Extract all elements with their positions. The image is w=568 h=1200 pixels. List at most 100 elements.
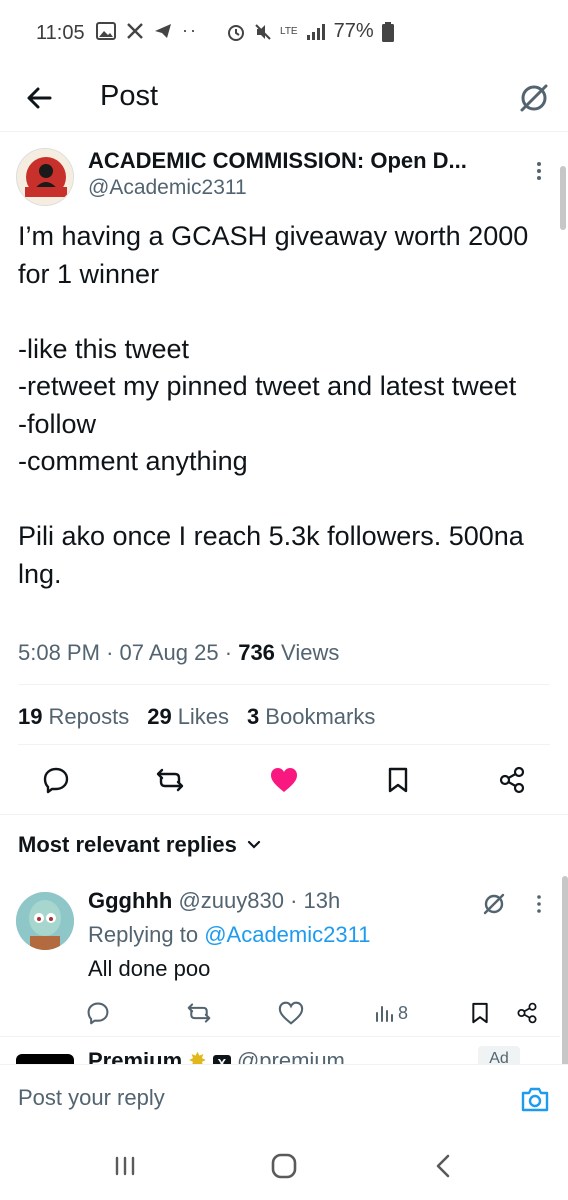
bookmarks-label: Bookmarks xyxy=(265,704,376,729)
author-avatar[interactable] xyxy=(16,148,74,206)
post-header: Post xyxy=(0,66,568,132)
reply-repost-button[interactable] xyxy=(186,998,212,1028)
reply-icon xyxy=(87,1002,109,1025)
bookmark-button[interactable] xyxy=(378,760,418,800)
x-logo-icon: X xyxy=(212,1055,231,1064)
post-action-bar xyxy=(0,760,568,800)
ad-author-name: Premium xyxy=(88,1048,183,1064)
heart-filled-icon xyxy=(271,768,297,792)
reposts-label: Reposts xyxy=(48,704,130,729)
reply-author[interactable]: Ggghhh @zuuy830 · 13h xyxy=(88,888,340,914)
verified-badge-icon: ✸ xyxy=(188,1048,207,1064)
back-icon[interactable] xyxy=(432,1152,454,1180)
system-nav-bar xyxy=(0,1128,568,1200)
post-author-handle[interactable]: @Academic2311 xyxy=(88,176,247,200)
ad-avatar xyxy=(16,1054,74,1064)
more-options-icon[interactable] xyxy=(532,160,546,182)
post-author-name[interactable]: ACADEMIC COMMISSION: Open D... xyxy=(88,148,467,174)
reply-icon xyxy=(43,767,69,794)
repost-icon xyxy=(187,1003,211,1023)
share-icon xyxy=(517,1002,537,1024)
replying-to: Replying to @Academic2311 xyxy=(88,922,370,948)
author-avatar-image xyxy=(17,149,73,205)
home-icon[interactable] xyxy=(270,1152,298,1180)
replying-to-handle[interactable]: @Academic2311 xyxy=(204,922,370,947)
reply-input[interactable]: Post your reply xyxy=(18,1085,165,1111)
more-notifications-icon: ·· xyxy=(182,20,198,40)
ad-badge: Ad xyxy=(478,1046,520,1064)
reply-like-button[interactable] xyxy=(278,998,304,1028)
replies-sort-dropdown[interactable]: Most relevant replies xyxy=(18,832,261,858)
system-icons: LTE 77% xyxy=(226,20,394,43)
reply-share-button[interactable] xyxy=(516,998,538,1028)
signal-icon xyxy=(306,23,325,40)
ad-author: Premium ✸ X @premium xyxy=(88,1048,345,1064)
more-options-icon[interactable] xyxy=(534,894,544,914)
reply-views-button[interactable]: 8 xyxy=(374,998,408,1028)
telegram-icon xyxy=(155,23,171,38)
chevron-down-icon xyxy=(247,840,260,849)
reply-text: All done poo xyxy=(88,956,211,981)
grok-icon[interactable] xyxy=(516,80,552,116)
grok-icon[interactable] xyxy=(480,890,508,918)
battery-icon xyxy=(381,21,394,42)
reply-views-count: 8 xyxy=(398,1002,409,1023)
post-date: 07 Aug 25 xyxy=(119,640,219,665)
reply-avatar[interactable] xyxy=(16,892,74,950)
replying-prefix: Replying to xyxy=(88,922,199,947)
bookmark-icon xyxy=(472,1002,488,1024)
engagement-stats: 19 Reposts 29 Likes 3 Bookmarks xyxy=(18,704,375,730)
reply-age: 13h xyxy=(303,888,341,913)
views-count: 736 xyxy=(238,640,275,665)
meta-separator: · xyxy=(106,640,120,665)
likes-stat[interactable]: 29 Likes xyxy=(147,704,229,730)
divider xyxy=(18,684,550,685)
post-text: I’m having a GCASH giveaway worth 2000 f… xyxy=(18,221,529,589)
reply-author-handle: @zuuy830 xyxy=(178,888,284,913)
reply-author-name: Ggghhh xyxy=(88,888,173,913)
back-arrow-icon[interactable] xyxy=(22,80,58,116)
repost-icon xyxy=(156,768,184,792)
ad-post-peek[interactable]: Premium ✸ X @premium Ad xyxy=(0,1040,568,1064)
post-metadata: 5:08 PM · 07 Aug 25 · 736 Views xyxy=(18,640,339,666)
bookmarks-count: 3 xyxy=(247,704,260,729)
alarm-icon xyxy=(228,24,244,41)
recent-apps-icon[interactable] xyxy=(112,1156,138,1176)
post-time: 5:08 PM xyxy=(18,640,100,665)
notification-icons: ·· xyxy=(96,20,198,41)
battery-percent: 77% xyxy=(333,20,374,42)
gallery-icon xyxy=(96,21,116,40)
network-label: LTE xyxy=(280,25,298,37)
reposts-count: 19 xyxy=(18,704,43,729)
like-button[interactable] xyxy=(264,760,304,800)
scrollbar[interactable] xyxy=(560,166,566,230)
bookmark-icon xyxy=(388,767,408,793)
reply-avatar-image xyxy=(16,892,74,950)
repost-button[interactable] xyxy=(150,760,190,800)
x-logo-icon xyxy=(127,22,143,39)
reply-reply-button[interactable] xyxy=(86,998,110,1028)
share-icon xyxy=(499,766,525,794)
status-bar: 11:05 ·· LTE 77% xyxy=(0,0,568,66)
reply-action-bar: 8 xyxy=(0,998,568,1028)
share-button[interactable] xyxy=(492,760,532,800)
reply-composer: Post your reply xyxy=(0,1064,568,1128)
reply-bookmark-button[interactable] xyxy=(470,998,490,1028)
ad-author-handle: @premium xyxy=(236,1048,345,1064)
status-time: 11:05 xyxy=(36,22,85,44)
likes-count: 29 xyxy=(147,704,172,729)
divider xyxy=(0,1036,560,1037)
divider xyxy=(18,744,550,745)
mute-icon xyxy=(255,23,271,40)
reposts-stat[interactable]: 19 Reposts xyxy=(18,704,129,730)
meta-separator: · xyxy=(224,640,239,665)
divider xyxy=(0,814,568,815)
heart-outline-icon xyxy=(278,1001,304,1025)
camera-icon[interactable] xyxy=(520,1085,550,1113)
reply-button[interactable] xyxy=(36,760,76,800)
likes-label: Likes xyxy=(177,704,230,729)
page-title: Post xyxy=(100,80,159,112)
bookmarks-stat[interactable]: 3 Bookmarks xyxy=(247,704,375,730)
analytics-icon xyxy=(376,1006,393,1022)
views-label: Views xyxy=(281,640,340,665)
